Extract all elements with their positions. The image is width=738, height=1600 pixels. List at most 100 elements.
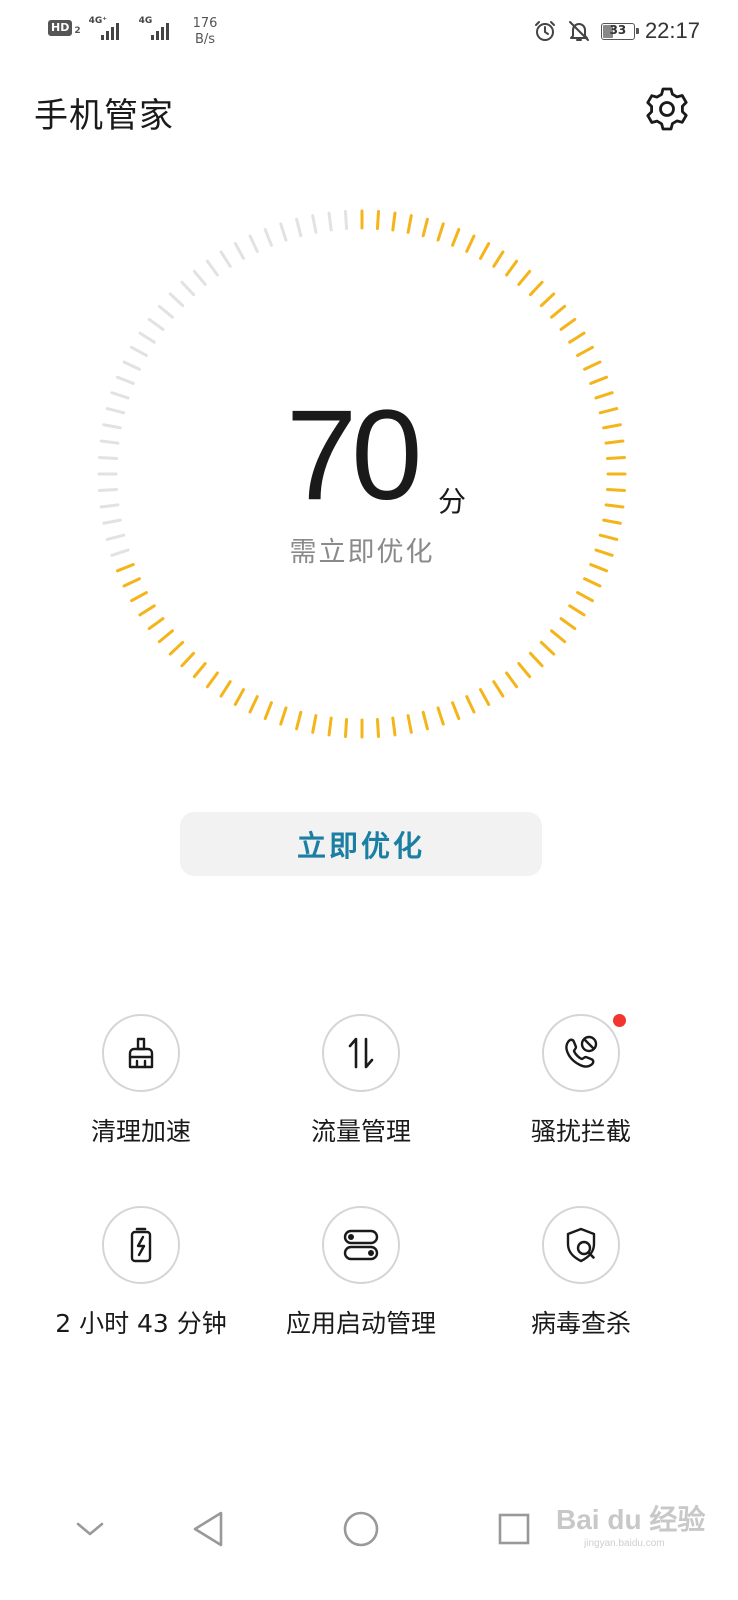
gauge-tick-inactive [263,227,273,247]
gauge-tick-active [295,710,303,731]
nav-recents-button[interactable] [489,1504,539,1554]
gauge-tick-active [138,604,156,617]
gauge-tick-active [147,617,165,631]
gauge-tick-active [602,518,622,525]
gauge-tick-active [406,714,413,734]
gauge-tick-active [421,217,429,238]
back-icon [193,1511,223,1547]
feature-cleanup-label: 清理加速 [90,1117,191,1146]
feature-battery-circle[interactable] [102,1206,180,1284]
gauge-tick-active [594,391,614,400]
nav-back-button[interactable] [183,1504,233,1554]
hd-voice-badge: HD 2 [48,20,81,36]
feature-data-usage-circle[interactable] [322,1014,400,1092]
feature-virus-scan-circle[interactable] [542,1206,620,1284]
battery-icon: 33 [600,22,639,40]
gauge-tick-active [157,629,174,644]
feature-virus-scan-label: 病毒查杀 [530,1309,631,1338]
gauge-tick-active [375,210,381,230]
gauge-tick-active [451,701,461,721]
gauge-tick-inactive [168,292,185,308]
mute-bell-icon [568,21,589,41]
battery-level: 33 [609,22,627,37]
gauge-tick-active [233,688,245,706]
status-bar: HD 2 4G⁺ 4G 176 B/s 33 22:17 [0,0,738,62]
gauge-tick-active [568,331,586,344]
gauge-tick-active [517,662,532,679]
alarm-icon [534,21,555,41]
signal-icon-sim1: 4G⁺ [89,16,131,42]
nav-collapse-button[interactable] [65,1504,115,1554]
gauge-tick-inactive [219,250,232,268]
feature-data-usage-label: 流量管理 [310,1117,411,1146]
hd-sub-label: 2 [74,26,81,36]
gauge-tick-active [375,718,381,738]
gauge-tick-active [576,345,594,357]
gauge-tick-active [589,375,609,385]
feature-battery[interactable]: 2 小时 43 分钟 [31,1206,251,1340]
gauge-tick-active [550,304,567,319]
gauge-tick-active [604,503,625,509]
gauge-tick-active [598,407,619,415]
gauge-tick-active [550,629,567,644]
gauge-tick-active [168,640,185,656]
gauge-tick-active [451,227,461,247]
collapse-icon [76,1522,104,1536]
gauge-tick-inactive [233,242,245,260]
feature-cleanup-circle[interactable] [102,1014,180,1092]
gauge-tick-inactive [122,360,141,371]
gauge-tick-inactive [327,211,333,232]
gauge-tick-inactive [105,407,126,415]
gauge-tick-active [279,706,288,726]
gauge-tick-inactive [99,439,120,445]
feature-call-block-label: 骚扰拦截 [530,1117,631,1146]
network-speed: 176 B/s [193,16,218,48]
gauge-tick-active [528,651,544,668]
app-launch-icon [343,1229,379,1261]
gauge-tick-active [343,718,349,738]
gear-icon [646,87,688,131]
gauge-tick-active [583,360,602,371]
gauge-tick-inactive [192,269,207,286]
gauge-tick-inactive [99,503,120,509]
feature-call-block-circle[interactable] [542,1014,626,1092]
gauge-tick-inactive [110,391,130,400]
gauge-tick-active [606,455,626,461]
feature-call-block[interactable]: 骚扰拦截 [471,1014,691,1148]
gauge-tick-inactive [205,259,219,277]
gauge-tick-active [505,671,519,689]
optimize-now-button[interactable]: 立即优化 [180,812,542,876]
gauge-tick-active [505,259,519,277]
gauge-tick-active [263,701,273,721]
gauge-tick-active [465,695,476,714]
hd-label: HD [48,20,73,36]
gauge-tick-active [604,439,625,445]
nav-home-button[interactable] [336,1504,386,1554]
gauge-tick-inactive [98,455,118,461]
gauge-tick-active [192,662,207,679]
settings-button[interactable] [644,86,690,132]
gauge-tick-inactive [147,317,165,331]
status-time: 22:17 [644,18,700,43]
gauge-tick-active [436,706,445,726]
battery-charging-icon [130,1227,152,1263]
gauge-tick-active [576,591,594,603]
gauge-tick-active [122,577,141,588]
feature-virus-scan[interactable]: 病毒查杀 [471,1206,691,1340]
gauge-tick-active [311,714,318,734]
gauge-tick-active [391,716,397,737]
gauge-tick-inactive [180,280,196,297]
gauge-tick-inactive [343,210,349,230]
feature-app-launch[interactable]: 应用启动管理 [251,1206,471,1340]
score-value: 70 [286,384,422,527]
gauge-tick-active [479,688,491,706]
gauge-tick-active [479,242,491,260]
gauge-tick-inactive [130,345,148,357]
feature-cleanup[interactable]: 清理加速 [31,1014,251,1148]
gauge-tick-active [539,292,556,308]
feature-data-usage[interactable]: 流量管理 [251,1014,471,1148]
gauge-tick-active [492,680,505,698]
feature-app-launch-circle[interactable] [322,1206,400,1284]
shield-search-icon [566,1227,596,1263]
gauge-tick-active [602,423,622,430]
